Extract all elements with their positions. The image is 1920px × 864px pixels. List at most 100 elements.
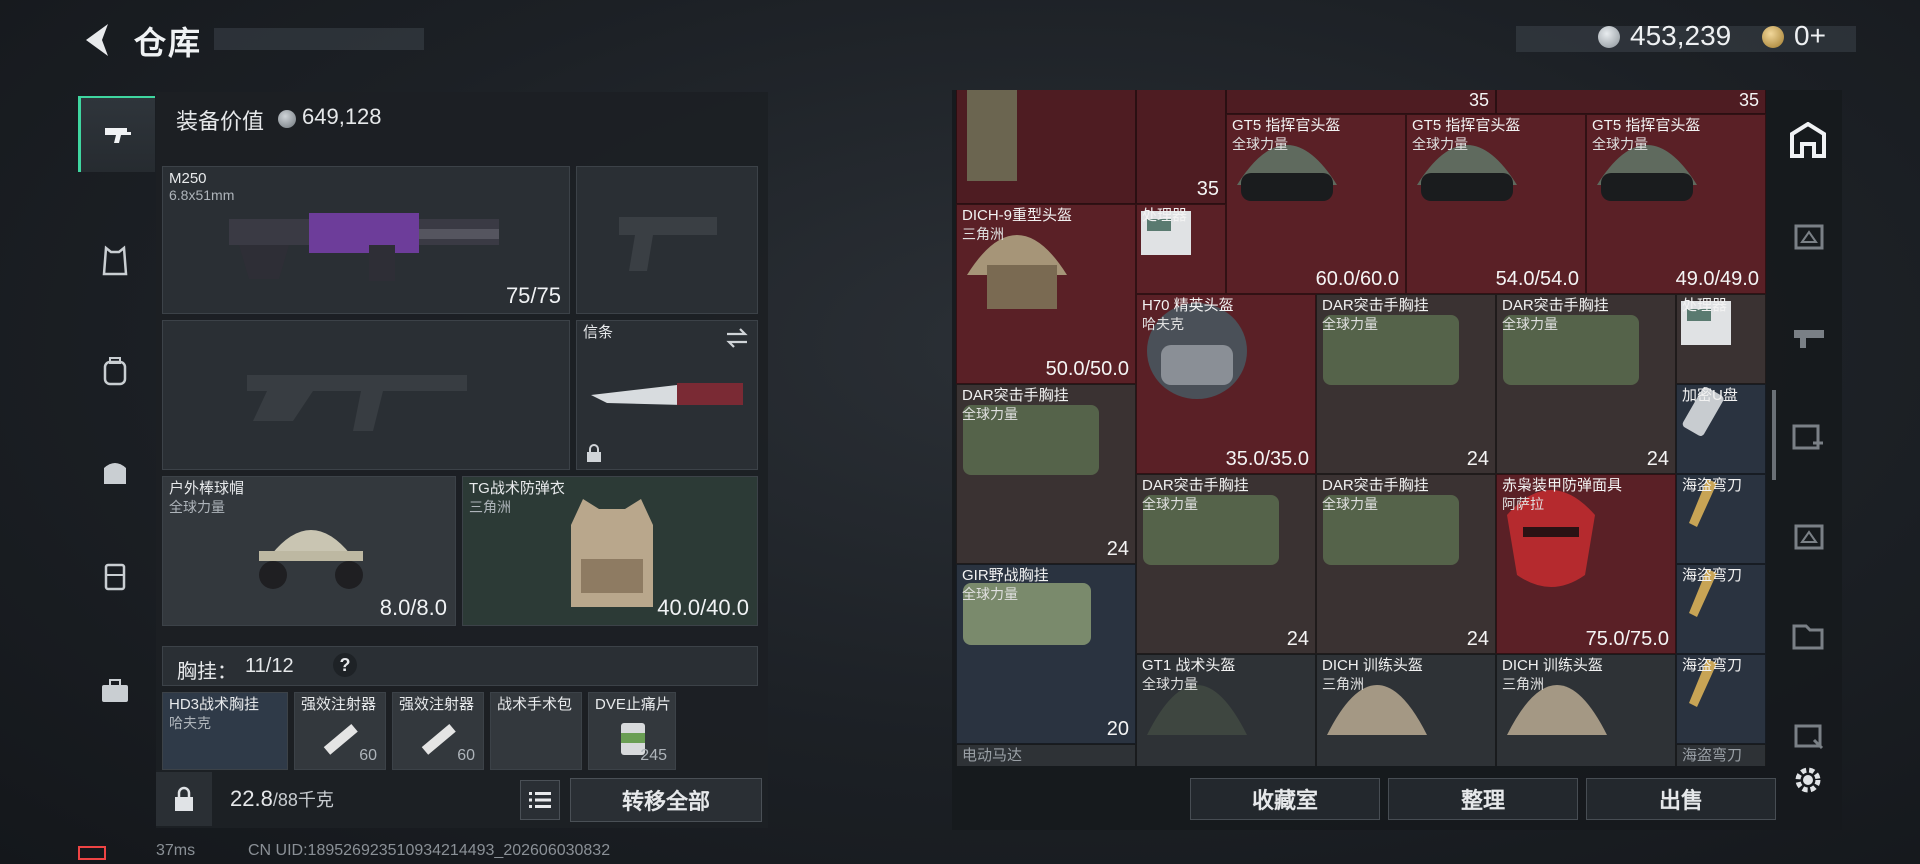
nav-toolbox[interactable] (78, 656, 152, 730)
help-icon[interactable]: ? (333, 653, 357, 677)
stash-item[interactable]: GT5 指挥官头盔 全球力量 49.0/49.0 (1586, 114, 1766, 294)
stash-item-top[interactable]: 35 (1226, 90, 1496, 114)
rifle-icon (1788, 318, 1828, 359)
item-source: 全球力量 (1322, 316, 1378, 332)
item-name: 加密U盘 (1682, 387, 1738, 404)
item-source: 哈夫克 (169, 715, 211, 731)
stash-item[interactable]: GT5 指挥官头盔 全球力量 54.0/54.0 (1406, 114, 1586, 294)
syringe-image (323, 723, 358, 755)
stash-item[interactable]: DICH 训练头盔 三角洲 (1316, 654, 1496, 766)
tab-stash-3[interactable] (1780, 398, 1836, 478)
item-name: DVE止痛片 (595, 696, 671, 713)
stash-item[interactable]: 海盗弯刀 (1676, 564, 1766, 654)
stash-item[interactable]: 海盗弯刀 (1676, 654, 1766, 744)
item-count: 35 (1738, 90, 1759, 110)
nav-backpack[interactable] (78, 336, 152, 410)
swap-icon[interactable] (725, 327, 749, 354)
equipment-value: 649,128 (302, 104, 382, 129)
stash-item[interactable]: GT5 指挥官头盔 全球力量 60.0/60.0 (1226, 114, 1406, 294)
stash-item[interactable]: DAR突击手胸挂 全球力量 24 (1316, 474, 1496, 654)
item-durability: 49.0/49.0 (1675, 268, 1759, 290)
item-name: 海盗弯刀 (1682, 477, 1743, 494)
tab-stash-2[interactable] (1780, 298, 1836, 378)
category-nav (78, 86, 155, 806)
armor-slot[interactable]: TG战术防弹衣 三角洲 40.0/40.0 (462, 476, 758, 626)
equipment-value-label: 装备价值 (176, 109, 265, 134)
collection-button[interactable]: 收藏室 (1190, 778, 1380, 820)
secondary-weapon-slot[interactable] (162, 320, 570, 470)
transfer-all-button[interactable]: 转移全部 (570, 778, 762, 822)
item-name: 处理器 (1142, 207, 1188, 224)
nav-case[interactable] (78, 541, 152, 615)
item-name: DAR突击手胸挂 (1502, 297, 1609, 314)
money-amount: 453,239 (1630, 20, 1732, 51)
tab-stash-5[interactable] (1780, 598, 1836, 678)
stash-item[interactable]: DICH 训练头盔 三角洲 (1496, 654, 1676, 766)
melee-slot[interactable]: 信条 (576, 320, 758, 470)
nav-vest[interactable] (78, 226, 152, 300)
armor-durability: 40.0/40.0 (657, 595, 749, 620)
weight-lock-icon[interactable] (156, 772, 212, 826)
chest-rig-item[interactable]: 战术手术包 (490, 692, 582, 770)
armor-name: TG战术防弹衣 (469, 480, 565, 497)
item-name: H70 精英头盔 (1142, 297, 1234, 314)
tab-all[interactable] (1780, 102, 1836, 182)
chest-rig-capacity: 11/12 (245, 655, 294, 677)
helmet-slot[interactable]: 户外棒球帽 全球力量 8.0/8.0 (162, 476, 456, 626)
stash-item[interactable]: 处理器 (1136, 204, 1226, 294)
sell-button[interactable]: 出售 (1586, 778, 1776, 820)
gear-icon (1788, 218, 1828, 259)
item-name: 电动马达 (962, 747, 1023, 764)
stash-item[interactable]: GT1 战术头盔 全球力量 (1136, 654, 1316, 766)
chest-rig-item[interactable]: 强效注射器 60 (392, 692, 484, 770)
stash-item[interactable]: 海盗弯刀 (1676, 474, 1766, 564)
list-icon[interactable] (520, 780, 560, 820)
nav-bag[interactable] (78, 436, 152, 510)
primary-weapon-slot[interactable]: M250 6.8x51mm 75/75 (162, 166, 570, 314)
stash-item[interactable]: DAR突击手胸挂 全球力量 24 (1316, 294, 1496, 474)
tab-stash-1[interactable] (1780, 198, 1836, 278)
stash-item[interactable]: H70 精英头盔 哈夫克 35.0/35.0 (1136, 294, 1316, 474)
toolbox-icon (98, 674, 132, 713)
stash-item[interactable]: 海盗弯刀 (1676, 744, 1766, 766)
item-count: 35 (1468, 90, 1489, 110)
stash-item[interactable]: 电动马达 (956, 744, 1136, 766)
stash-item[interactable]: DAR突击手胸挂 全球力量 24 (1496, 294, 1676, 474)
pistol-slot[interactable] (576, 166, 758, 314)
item-name: GT5 指挥官头盔 (1412, 117, 1521, 134)
settings-icon[interactable] (1792, 764, 1824, 801)
stash-item[interactable]: GIR野战胸挂 全球力量 20 (956, 564, 1136, 744)
stash-item[interactable] (956, 90, 1136, 204)
pistol-silhouette (619, 217, 717, 271)
stash-item[interactable]: DAR突击手胸挂 全球力量 24 (1136, 474, 1316, 654)
stash-item[interactable]: DICH-9重型头盔 三角洲 50.0/50.0 (956, 204, 1136, 384)
item-count: 24 (1286, 628, 1309, 650)
stash-item[interactable]: 赤枭装甲防弹面具 阿萨拉 75.0/75.0 (1496, 474, 1676, 654)
item-durability: 50.0/50.0 (1045, 358, 1129, 380)
stash-item-top[interactable]: 35 (1496, 90, 1766, 114)
chest-rig-item[interactable]: DVE止痛片 245 (588, 692, 676, 770)
item-name: 处理器 (1682, 297, 1728, 314)
item-source: 全球力量 (962, 406, 1018, 422)
item-name: GT5 指挥官头盔 (1232, 117, 1341, 134)
nav-weapons[interactable] (78, 96, 155, 172)
stash-item[interactable]: DAR突击手胸挂 全球力量 24 (956, 384, 1136, 564)
uid-text: CN UID:18952692351093421449​3_2026060308… (248, 842, 611, 859)
tab-stash-4[interactable] (1780, 498, 1836, 578)
item-durability: 75.0/75.0 (1585, 628, 1669, 650)
item-count: 35 (1196, 178, 1219, 200)
stash-item[interactable]: 处理器 (1676, 294, 1766, 384)
stash-item[interactable]: 加密U盘 (1676, 384, 1766, 474)
medical-icon (1788, 418, 1828, 459)
item-source: 全球力量 (1322, 496, 1378, 512)
vest-item-image (967, 90, 1017, 181)
chest-rig-item[interactable]: HD3战术胸挂 哈夫克 (162, 692, 288, 770)
chest-rig-item[interactable]: 强效注射器 60 (294, 692, 386, 770)
back-arrow-icon[interactable] (78, 20, 114, 60)
item-name: GIR野战胸挂 (962, 567, 1049, 584)
stash-grid: 35 35 35 GT5 指挥官头盔 全球力量 60.0/60.0 GT5 指挥… (956, 90, 1768, 766)
body-armor-image (571, 499, 653, 607)
coupon-amount[interactable]: 0+ (1794, 20, 1826, 52)
sort-button[interactable]: 整理 (1388, 778, 1578, 820)
stash-item[interactable]: 35 (1136, 90, 1226, 204)
